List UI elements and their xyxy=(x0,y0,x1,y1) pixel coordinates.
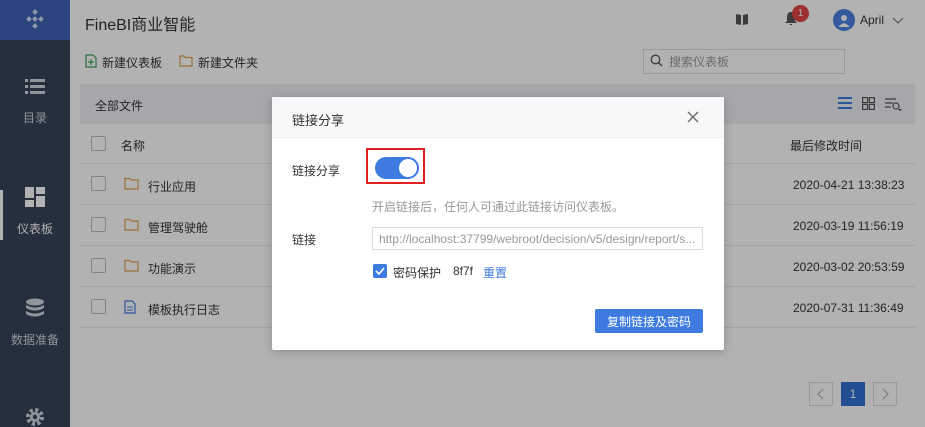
share-toggle[interactable] xyxy=(375,157,419,179)
link-share-dialog: 链接分享 链接分享 开启链接后，任何人可通过此链接访问仪表板。 链接 http:… xyxy=(272,97,724,350)
link-label: 链接 xyxy=(292,233,317,247)
copy-link-button[interactable]: 复制链接及密码 xyxy=(595,309,703,333)
toggle-knob xyxy=(399,159,417,177)
password-reset-link[interactable]: 重置 xyxy=(483,264,507,281)
dialog-title: 链接分享 xyxy=(292,113,345,128)
password-checkbox[interactable] xyxy=(373,264,387,278)
share-hint: 开启链接后，任何人可通过此链接访问仪表板。 xyxy=(372,200,625,214)
link-field[interactable]: http://localhost:37799/webroot/decision/… xyxy=(372,227,703,250)
password-value: 8f7f xyxy=(453,264,474,278)
close-icon[interactable] xyxy=(687,111,699,126)
share-label: 链接分享 xyxy=(292,164,341,178)
highlight-box xyxy=(366,148,425,184)
dialog-header: 链接分享 xyxy=(272,97,724,138)
password-label: 密码保护 xyxy=(393,266,442,280)
